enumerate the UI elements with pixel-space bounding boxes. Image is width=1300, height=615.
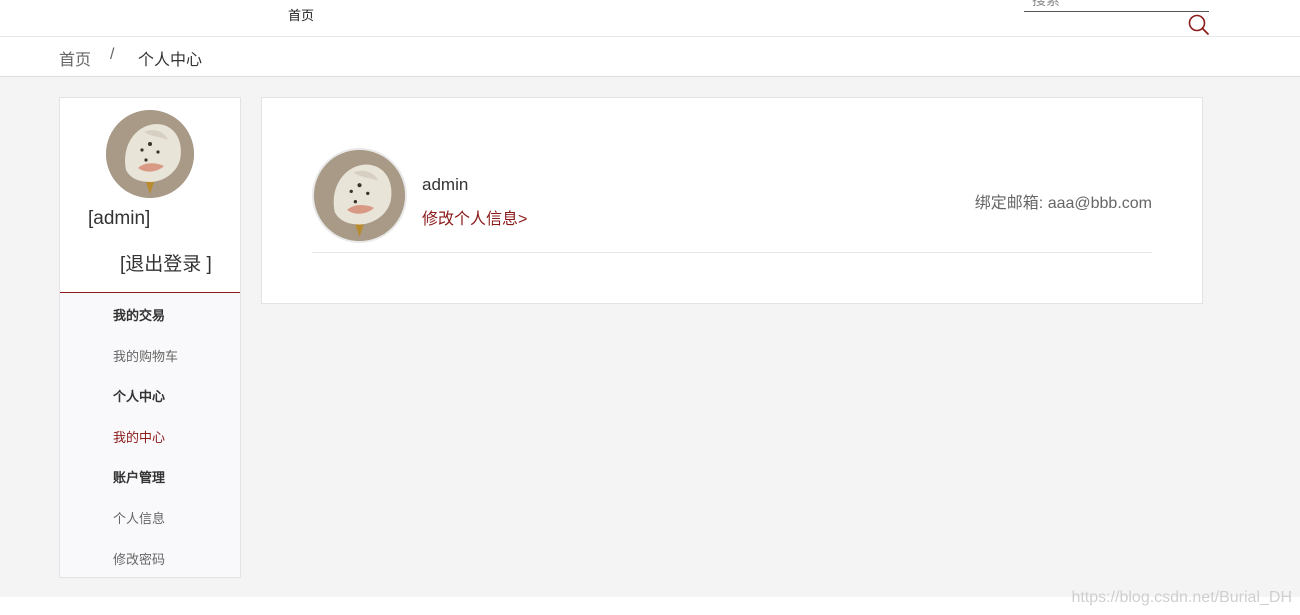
profile-avatar (312, 148, 407, 243)
profile-username: admin (422, 175, 469, 194)
breadcrumb-home[interactable]: 首页 (59, 46, 91, 70)
menu-item-profile-info[interactable]: 个人信息 (113, 508, 165, 527)
menu-item-change-password[interactable]: 修改密码 (113, 549, 165, 568)
breadcrumb-separator: / (110, 46, 115, 63)
sidebar-menu: 我的交易 我的购物车 个人中心 我的中心 账户管理 个人信息 修改密码 (60, 293, 240, 577)
menu-item-my-center[interactable]: 我的中心 (113, 427, 165, 446)
search-icon[interactable] (1186, 14, 1212, 36)
watermark: https://blog.csdn.net/Burial_DH (1071, 589, 1292, 606)
breadcrumb-current: 个人中心 (138, 52, 203, 69)
menu-heading-personal: 个人中心 (113, 389, 166, 404)
user-sidebar: [admin] [退出登录 ] 我的交易 我的购物车 个人中心 我的中心 账户管… (59, 97, 241, 578)
panel-divider (312, 252, 1152, 253)
edit-profile-link[interactable]: 修改个人信息> (422, 205, 527, 229)
nav-home-link[interactable]: 首页 (288, 5, 314, 24)
menu-heading-account: 账户管理 (113, 470, 166, 485)
profile-panel: admin 修改个人信息> 绑定邮箱: aaa@bbb.com (261, 97, 1203, 304)
bound-email: 绑定邮箱: aaa@bbb.com (974, 195, 1152, 212)
sidebar-avatar (106, 110, 194, 198)
top-nav: 首页 (0, 0, 1300, 37)
content-area: [admin] [退出登录 ] 我的交易 我的购物车 个人中心 我的中心 账户管… (0, 77, 1300, 597)
sidebar-username: [admin] (88, 208, 151, 229)
menu-heading-trade: 我的交易 (113, 308, 166, 323)
menu-item-cart[interactable]: 我的购物车 (113, 346, 178, 365)
logout-link[interactable]: [退出登录 ] (120, 249, 212, 276)
breadcrumb: 首页 / 个人中心 (0, 37, 1300, 77)
search-input[interactable] (1024, 0, 1209, 12)
